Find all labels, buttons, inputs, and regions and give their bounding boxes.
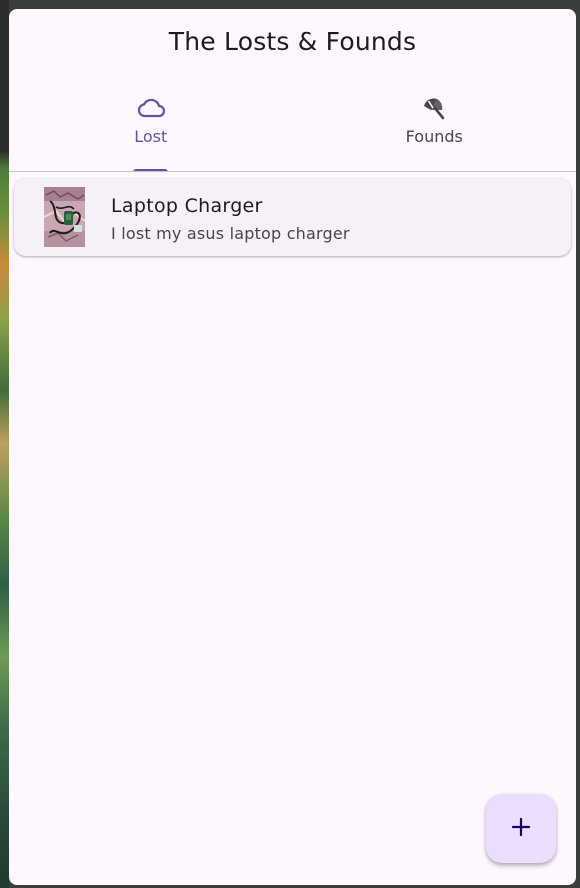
tab-bar: Lost Founds	[9, 95, 576, 172]
tab-lost-label: Lost	[134, 127, 168, 146]
list-item[interactable]: Laptop Charger I lost my asus laptop cha…	[14, 178, 571, 256]
plus-icon	[511, 817, 531, 841]
tab-lost[interactable]: Lost	[9, 95, 293, 172]
item-title: Laptop Charger	[111, 195, 263, 217]
item-thumbnail	[44, 187, 85, 247]
page-title: The Losts & Founds	[168, 27, 417, 56]
tab-founds-label: Founds	[405, 127, 463, 146]
tab-founds[interactable]: Founds	[293, 95, 577, 172]
item-description: I lost my asus laptop charger	[111, 224, 350, 243]
desktop-background	[0, 0, 9, 888]
app-window: The Losts & Founds Lost Founds Laptop Ch…	[9, 9, 576, 885]
beach-umbrella-icon	[419, 95, 449, 121]
add-item-button[interactable]	[486, 794, 556, 863]
lost-items-list: Laptop Charger I lost my asus laptop cha…	[14, 178, 571, 256]
cloud-icon	[136, 95, 166, 121]
tab-divider	[9, 171, 576, 172]
